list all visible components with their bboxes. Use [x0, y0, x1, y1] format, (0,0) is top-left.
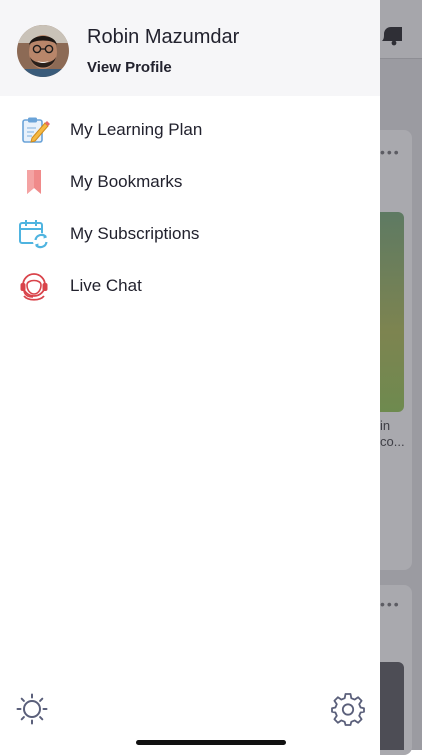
user-avatar[interactable]	[17, 25, 69, 77]
calendar-refresh-icon	[19, 220, 49, 249]
background-card-text: in	[380, 418, 391, 433]
avatar-image	[17, 25, 69, 77]
menu-item-label: My Subscriptions	[70, 224, 200, 243]
background-app-overlay[interactable]: ••• in co... •••	[380, 0, 422, 755]
menu-item-live-chat[interactable]: Live Chat	[0, 264, 380, 308]
background-header	[380, 0, 422, 59]
menu-item-subscriptions[interactable]: My Subscriptions	[0, 212, 380, 256]
gear-icon[interactable]	[331, 692, 365, 726]
background-card-image	[380, 212, 404, 412]
background-card-image	[380, 662, 404, 750]
profile-header[interactable]: Robin Mazumdar View Profile	[0, 0, 380, 96]
bookmark-icon	[27, 170, 41, 194]
side-drawer: Robin Mazumdar View Profile My Learning …	[0, 0, 380, 750]
profile-name: Robin Mazumdar	[87, 26, 240, 48]
menu-item-label: My Learning Plan	[70, 120, 203, 139]
more-options-icon: •••	[380, 596, 401, 612]
more-options-icon: •••	[380, 144, 401, 160]
background-card-text: co...	[380, 434, 405, 449]
menu-item-label: Live Chat	[70, 276, 142, 295]
home-indicator	[136, 740, 286, 745]
notepad-pencil-icon	[22, 117, 50, 143]
sun-icon[interactable]	[16, 693, 48, 725]
menu-item-bookmarks[interactable]: My Bookmarks	[0, 160, 380, 204]
notification-bell-icon	[382, 27, 402, 46]
menu-item-label: My Bookmarks	[70, 172, 183, 191]
menu-item-learning-plan[interactable]: My Learning Plan	[0, 108, 380, 152]
headset-agent-icon	[20, 273, 48, 301]
view-profile-link[interactable]: View Profile	[87, 59, 172, 76]
